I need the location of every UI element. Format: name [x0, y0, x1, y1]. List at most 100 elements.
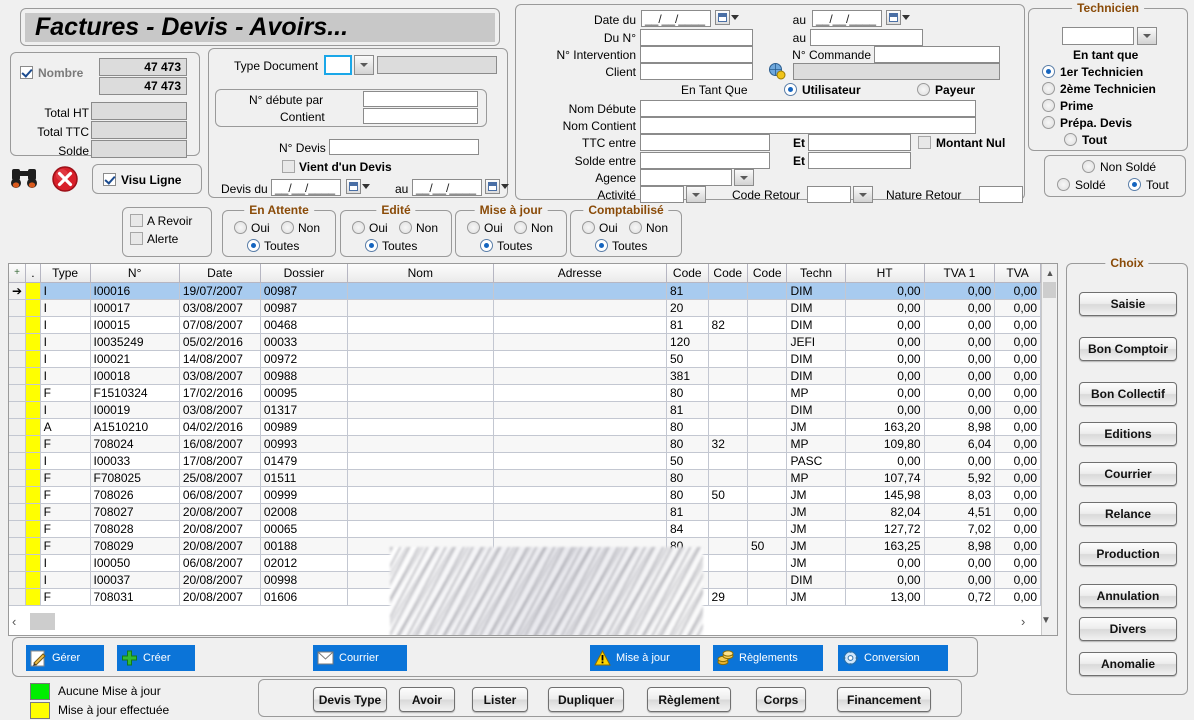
activite-input[interactable]: [640, 186, 684, 203]
devis-au-calendar-dropdown[interactable]: [500, 179, 510, 194]
table-row[interactable]: I I00015 07/08/2007 00468 81 82 DIM 0,00 0,00 0,0…: [9, 316, 1041, 334]
radio-2eme-technicien[interactable]: [1042, 82, 1055, 95]
radio-1er-technicien[interactable]: [1042, 65, 1055, 78]
du-num-input[interactable]: [640, 29, 753, 46]
choix-button-production[interactable]: Production: [1079, 542, 1177, 566]
contient-input[interactable]: [363, 108, 478, 124]
action-button-reglements[interactable]: Règlements: [713, 645, 823, 671]
table-row[interactable]: F F708025 25/08/2007 01511 80 MP 107,74 5,92 0,0…: [9, 469, 1041, 487]
bottom-button-avoir[interactable]: Avoir: [399, 687, 455, 712]
binoculars-icon[interactable]: [10, 167, 38, 189]
date-au-calendar-dropdown[interactable]: [901, 10, 911, 25]
table-row[interactable]: F 708028 20/08/2007 00065 84 JM 127,72 7,02 0,00: [9, 520, 1041, 538]
table-row[interactable]: I I0035249 05/02/2016 00033 120 JEFI 0,00 0,00 0…: [9, 333, 1041, 351]
client-input[interactable]: [640, 63, 753, 80]
table-column-header[interactable]: TVA: [994, 264, 1041, 283]
bottom-button-financement[interactable]: Financement: [837, 687, 931, 712]
horizontal-scroll-thumb[interactable]: [30, 613, 55, 630]
scroll-up-icon[interactable]: ▲: [1042, 264, 1057, 282]
table-column-header[interactable]: HT: [845, 264, 925, 283]
table-row[interactable]: F 708031 20/08/2007 01606 53 29 JM 13,00 0,72 0,0…: [9, 588, 1041, 606]
ttc-et-input[interactable]: [808, 134, 911, 151]
radio-en-attente-toutes[interactable]: [247, 239, 260, 252]
radio-comptabilise-oui[interactable]: [582, 221, 595, 234]
table-column-header[interactable]: Dossier: [260, 264, 349, 283]
table-column-header[interactable]: Adresse: [493, 264, 667, 283]
table-row[interactable]: F 708027 20/08/2007 02008 81 JM 82,04 4,51 0,00: [9, 503, 1041, 521]
vient-dun-devis-checkbox[interactable]: [282, 160, 295, 173]
table-column-header[interactable]: +: [9, 264, 27, 283]
num-commande-input[interactable]: [874, 46, 1000, 63]
choix-button-relance[interactable]: Relance: [1079, 502, 1177, 526]
radio-mise-a-jour-toutes[interactable]: [480, 239, 493, 252]
bottom-button-dupliquer[interactable]: Dupliquer: [548, 687, 624, 712]
choix-button-editions[interactable]: Editions: [1079, 422, 1177, 446]
table-row[interactable]: F 708026 06/08/2007 00999 80 50 JM 145,98 8,03 0,…: [9, 486, 1041, 504]
table-row[interactable]: I I00037 20/08/2007 00998 250 DIM 0,00 0,00 0,00: [9, 571, 1041, 589]
date-du-input[interactable]: __/__/____: [641, 10, 711, 27]
table-row[interactable]: I I00018 03/08/2007 00988 381 DIM 0,00 0,00 0,00: [9, 367, 1041, 385]
action-button-creer[interactable]: Créer: [117, 645, 195, 671]
choix-button-divers[interactable]: Divers: [1079, 617, 1177, 641]
choix-button-bon-collectif[interactable]: Bon Collectif: [1079, 382, 1177, 406]
table-row[interactable]: A A1510210 04/02/2016 00989 80 JM 163,20 8,98 0,…: [9, 418, 1041, 436]
technicien-dropdown[interactable]: [1137, 27, 1157, 45]
radio-edite-toutes[interactable]: [365, 239, 378, 252]
radio-mise-a-jour-oui[interactable]: [467, 221, 480, 234]
choix-button-saisie[interactable]: Saisie: [1079, 292, 1177, 316]
scroll-down-icon[interactable]: ▼: [1041, 615, 1051, 626]
table-row[interactable]: I I00019 03/08/2007 01317 81 DIM 0,00 0,00 0,00: [9, 401, 1041, 419]
num-devis-input[interactable]: [329, 139, 479, 155]
alerte-checkbox[interactable]: [130, 232, 143, 245]
table-row[interactable]: F 708029 20/08/2007 00188 80 50 JM 163,25 8,98 0,…: [9, 537, 1041, 555]
au-num-input[interactable]: [810, 29, 923, 46]
table-column-header[interactable]: Date: [179, 264, 261, 283]
date-du-calendar-icon[interactable]: [715, 10, 730, 25]
action-button-mise-a-jour[interactable]: Mise à jour: [590, 645, 700, 671]
table-row[interactable]: I I00033 17/08/2007 01479 50 PASC 0,00 0,00 0,00: [9, 452, 1041, 470]
code-retour-input[interactable]: [807, 186, 851, 203]
a-revoir-checkbox[interactable]: [130, 214, 143, 227]
technicien-input[interactable]: [1062, 27, 1134, 45]
documents-table[interactable]: +. Type N° Date Dossier Nom Adresse Code Code Cod…: [8, 263, 1058, 636]
choix-button-annulation[interactable]: Annulation: [1079, 584, 1177, 608]
scroll-right-icon[interactable]: ›: [1021, 614, 1025, 629]
date-au-calendar-icon[interactable]: [886, 10, 901, 25]
devis-du-date[interactable]: __/__/____: [271, 179, 341, 196]
radio-prepa-devis[interactable]: [1042, 116, 1055, 129]
table-row[interactable]: I I00050 06/08/2007 02012 50 JM 0,00 0,00 0,00: [9, 554, 1041, 572]
table-horizontal-scrollbar[interactable]: ‹ › ▼: [8, 612, 1058, 634]
scroll-left-icon[interactable]: ‹: [12, 614, 16, 629]
choix-button-bon-comptoir[interactable]: Bon Comptoir: [1079, 337, 1177, 361]
nature-retour-input[interactable]: [979, 186, 1023, 203]
choix-button-courrier[interactable]: Courrier: [1079, 462, 1177, 486]
radio-solde-tout[interactable]: [1128, 178, 1141, 191]
nom-contient-input[interactable]: [640, 117, 976, 134]
devis-du-calendar-dropdown[interactable]: [361, 179, 371, 194]
table-row[interactable]: ➔ I I00016 19/07/2007 00987 81 DIM 0,00 0,00 0,00: [9, 282, 1041, 300]
radio-en-attente-oui[interactable]: [234, 221, 247, 234]
radio-comptabilise-toutes[interactable]: [595, 239, 608, 252]
date-au-input[interactable]: __/__/____: [812, 10, 882, 27]
agence-dropdown[interactable]: [734, 169, 754, 186]
table-vertical-scrollbar[interactable]: ▲: [1041, 264, 1057, 635]
visu-ligne-checkbox[interactable]: [103, 173, 116, 186]
radio-non-solde[interactable]: [1082, 160, 1095, 173]
nombre-checkbox[interactable]: [20, 66, 33, 79]
table-column-header[interactable]: TVA 1: [924, 264, 996, 283]
table-row[interactable]: F 708024 16/08/2007 00993 80 32 MP 109,80 6,04 0,…: [9, 435, 1041, 453]
nom-debute-input[interactable]: [640, 100, 976, 117]
bottom-button-lister[interactable]: Lister: [472, 687, 528, 712]
action-button-gerer[interactable]: Gérer: [26, 645, 104, 671]
date-du-calendar-dropdown[interactable]: [730, 10, 740, 25]
table-column-header[interactable]: Techn: [786, 264, 846, 283]
devis-au-date[interactable]: __/__/____: [412, 179, 482, 196]
num-intervention-input[interactable]: [640, 46, 753, 63]
code-retour-dropdown[interactable]: [853, 186, 873, 203]
table-row[interactable]: F F1510324 17/02/2016 00095 80 MP 0,00 0,00 0,00: [9, 384, 1041, 402]
devis-au-calendar-icon[interactable]: [485, 179, 500, 194]
table-column-header[interactable]: Type: [40, 264, 91, 283]
table-column-header[interactable]: Code: [708, 264, 749, 283]
radio-mise-a-jour-non[interactable]: [514, 221, 527, 234]
bottom-button-r-glement[interactable]: Règlement: [647, 687, 731, 712]
